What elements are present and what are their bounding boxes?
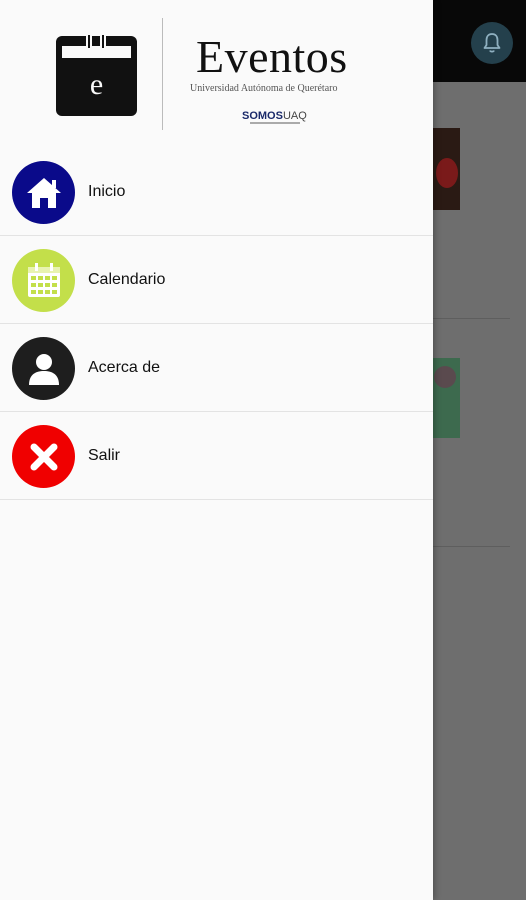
brand-subtitle: Universidad Autónoma de Querétaro [190,83,338,94]
user-icon [12,337,75,400]
menu-item-label: Calendario [88,271,166,288]
bell-icon [483,33,501,53]
header-divider [162,18,163,130]
menu-item-label: Acerca de [88,359,161,376]
somos-text: SOMOS [242,110,283,122]
menu-item-acerca-de[interactable]: Acerca de [0,324,433,412]
navigation-drawer: e Eventos Universidad Autónoma de Querét… [0,0,433,900]
menu-item-inicio[interactable]: Inicio [0,148,433,236]
close-icon [12,425,75,488]
background-event-image [432,128,460,210]
notifications-button[interactable] [471,22,513,64]
uaq-text: UAQ [282,110,307,122]
logo-letter: e [89,68,104,101]
menu-item-label: Inicio [88,183,126,200]
home-icon [12,161,75,224]
background-divider [432,318,510,319]
somos-tagline [250,122,300,124]
app-logo-calendar-icon: e [56,33,137,116]
menu-item-calendario[interactable]: Calendario [0,236,433,324]
somos-uaq-logo: SOMOSUAQ [242,110,307,122]
drawer-menu: Inicio Calendario Acerca de Salir [0,148,433,500]
background-event-badge [434,366,456,388]
background-divider [432,546,510,547]
menu-item-label: Salir [88,447,121,464]
drawer-header: e Eventos Universidad Autónoma de Querét… [0,0,433,148]
brand-title: Eventos [196,31,348,82]
menu-item-salir[interactable]: Salir [0,412,433,500]
calendar-icon [12,249,75,312]
